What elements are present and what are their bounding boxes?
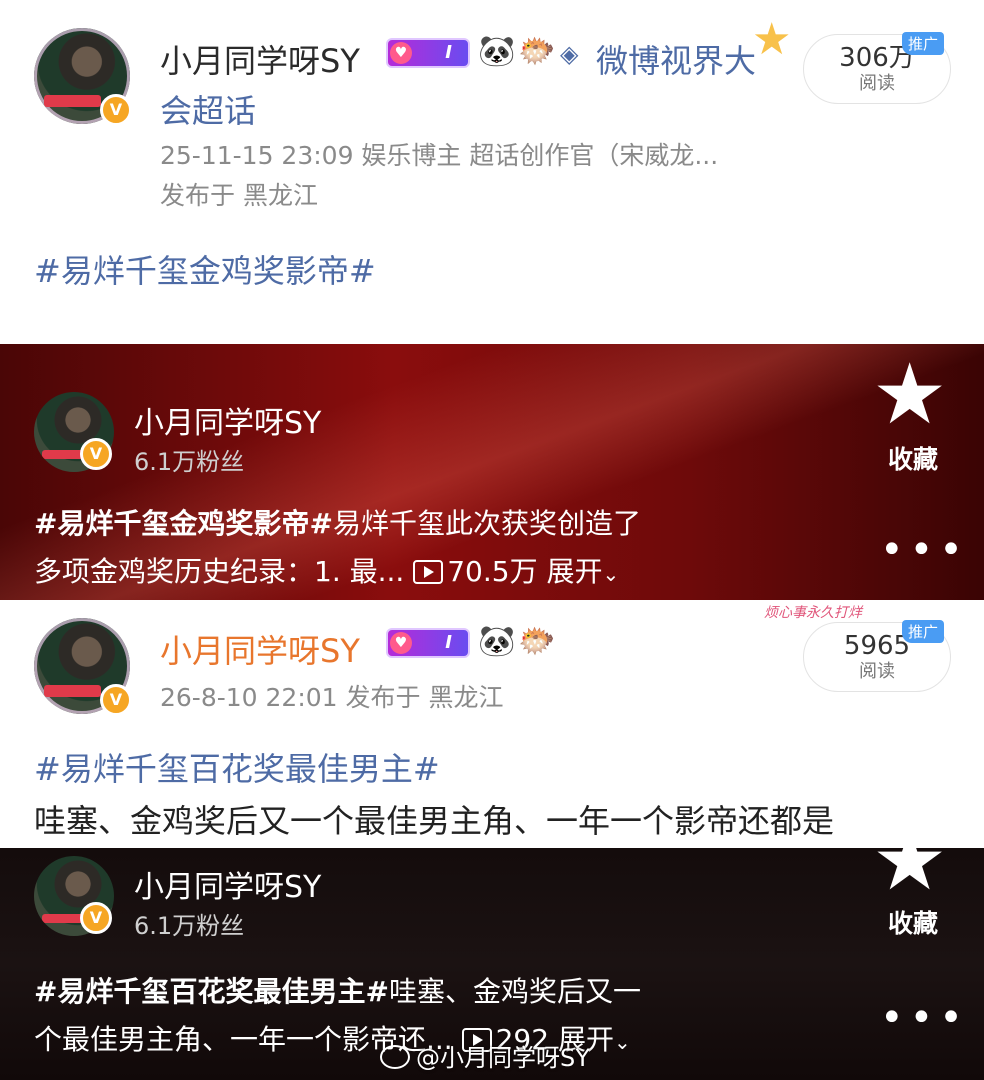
fish-emoji-icon: 🐡 <box>518 34 556 69</box>
read-label: 阅读 <box>859 661 895 682</box>
topic-hashtag[interactable]: #易烊千玺金鸡奖影帝# <box>34 507 333 540</box>
collect-label[interactable]: 收藏 <box>888 904 938 940</box>
play-icon <box>413 560 444 584</box>
post-location: 发布于 黑龙江 <box>160 181 318 210</box>
caption-text-2: 多项金鸡奖历史纪录：1. 最... <box>34 555 405 588</box>
verified-icon: V <box>100 94 132 126</box>
star-icon[interactable]: ★ <box>872 352 947 436</box>
topic-hashtag[interactable]: #易烊千玺金鸡奖影帝# <box>34 246 376 292</box>
play-count: 70.5万 <box>447 555 538 588</box>
fan-count: 6.1万粉丝 <box>134 448 245 476</box>
weibo-logo-icon <box>380 1045 410 1069</box>
post-card-2: V 小月同学呀SY ♥ I 🐼 🐡 烦心事永久打烊 5965 阅读 推广 26-8… <box>0 600 984 848</box>
verified-icon: V <box>80 902 112 934</box>
star-icon[interactable]: ★ <box>872 818 947 902</box>
ad-tag: 推广 <box>902 620 945 643</box>
more-options-icon[interactable]: ••• <box>880 530 969 570</box>
fan-count: 6.1万粉丝 <box>134 912 245 940</box>
caption-text: 哇塞、金鸡奖后又一 <box>388 975 641 1008</box>
panda-emoji-icon: 🐼 <box>478 624 516 659</box>
fish-emoji-icon: 🐡 <box>518 624 556 659</box>
watermark-text: @小月同学呀SY <box>416 1044 590 1072</box>
topic-hashtag[interactable]: #易烊千玺百花奖最佳男主# <box>34 744 440 790</box>
verified-icon: V <box>80 438 112 470</box>
panda-emoji-icon: 🐼 <box>478 34 516 69</box>
expand-button[interactable]: 展开 <box>547 555 603 588</box>
chevron-down-icon: ⌄ <box>602 562 620 586</box>
super-topic-link-cont[interactable]: 会超话 <box>160 86 256 132</box>
username[interactable]: 小月同学呀SY <box>160 36 360 82</box>
read-label: 阅读 <box>859 73 895 94</box>
username[interactable]: 小月同学呀SY <box>134 398 321 442</box>
post-card-1: V 小月同学呀SY ♥ I 🐼 🐡 ◈ 微博视界大 ★ 会超话 306万 阅读 推… <box>0 0 984 344</box>
topic-hashtag[interactable]: #易烊千玺百花奖最佳男主# <box>34 975 389 1008</box>
video-caption: #易烊千玺金鸡奖影帝#易烊千玺此次获奖创造了 多项金鸡奖历史纪录：1. 最...… <box>34 500 854 598</box>
verified-icon: V <box>100 684 132 716</box>
post-meta: 25-11-15 23:09 娱乐博主 超话创作官（宋威龙... <box>160 141 719 170</box>
chevron-down-icon: ⌄ <box>613 1030 631 1054</box>
fan-medal-icon: ♥ I <box>386 38 470 68</box>
post-text: 哇塞、金鸡奖后又一个最佳男主角、一年一个影帝还都是 <box>34 802 835 840</box>
username[interactable]: 小月同学呀SY <box>134 862 321 906</box>
fan-medal-icon: ♥ I <box>386 628 470 658</box>
caption-text: 易烊千玺此次获奖创造了 <box>332 507 641 540</box>
video-card-2[interactable]: V 小月同学呀SY 6.1万粉丝 ★ 收藏 #易烊千玺百花奖最佳男主#哇塞、金鸡… <box>0 818 984 1080</box>
video-card-1[interactable]: V 小月同学呀SY 6.1万粉丝 ★ 收藏 #易烊千玺金鸡奖影帝#易烊千玺此次获… <box>0 344 984 600</box>
super-topic-link[interactable]: 微博视界大 <box>596 36 756 82</box>
more-options-icon[interactable]: ••• <box>880 998 969 1038</box>
banner-decoration: 烦心事永久打烊 <box>764 605 862 621</box>
sparkle-star-icon: ★ <box>752 14 792 65</box>
diamond-icon: ◈ <box>560 40 579 68</box>
watermark: @小月同学呀SY <box>380 1038 590 1073</box>
username[interactable]: 小月同学呀SY <box>160 626 360 672</box>
collect-label[interactable]: 收藏 <box>888 440 938 476</box>
ad-tag: 推广 <box>902 32 945 55</box>
post-meta: 26-8-10 22:01 发布于 黑龙江 <box>160 683 504 712</box>
